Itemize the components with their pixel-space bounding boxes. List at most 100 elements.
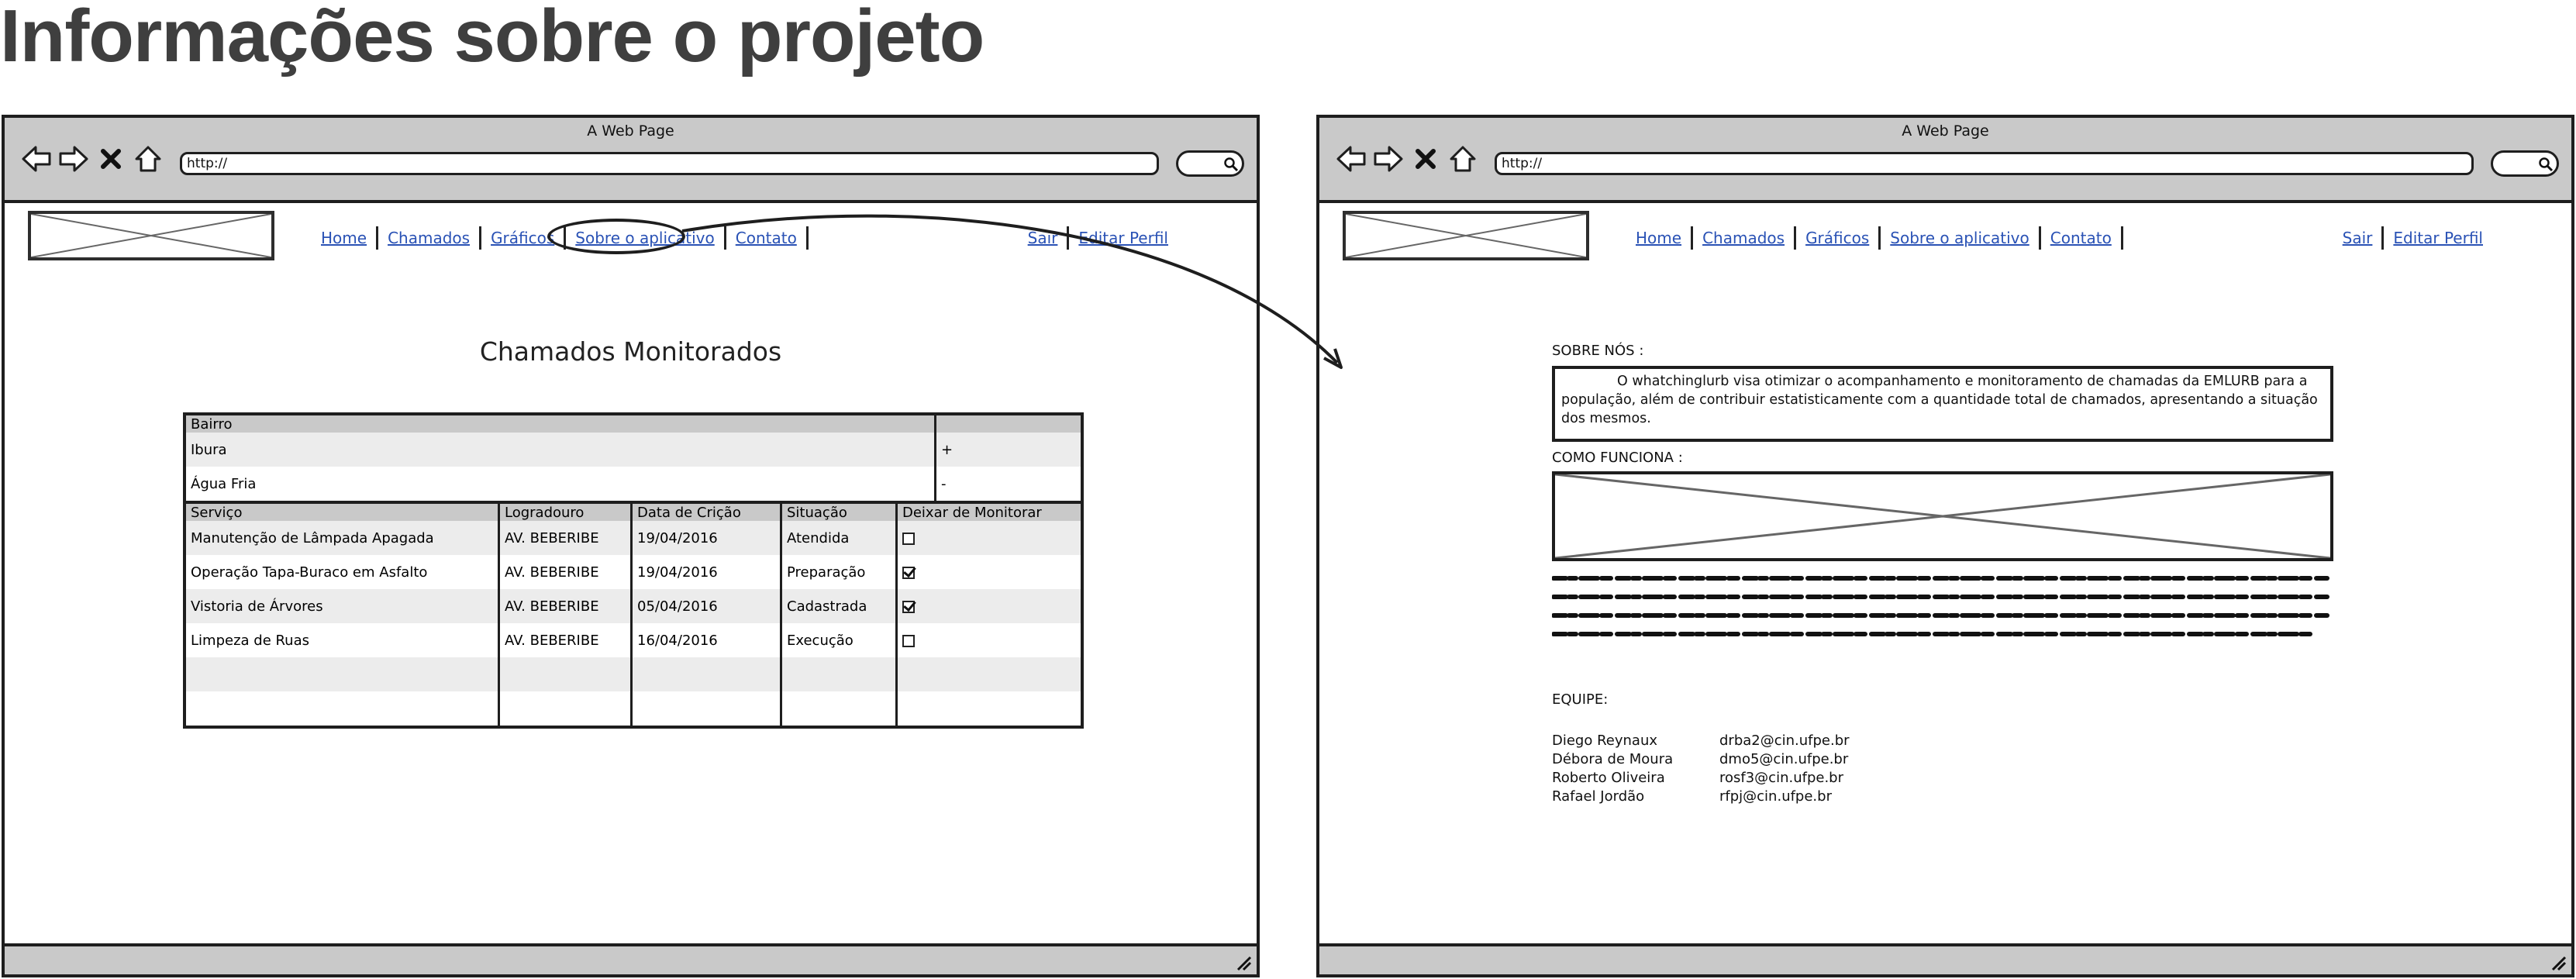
- table-row: Vistoria de Árvores AV. BEBERIBE 05/04/2…: [186, 589, 1081, 623]
- table-row-empty: [186, 657, 1081, 691]
- cell-situacao: Execução: [780, 623, 897, 657]
- edit-profile-link[interactable]: Editar Perfil: [1078, 229, 1168, 247]
- bairro-name: Ibura: [191, 441, 227, 458]
- url-input[interactable]: http://: [1495, 152, 2474, 175]
- member-name: Diego Reynaux: [1552, 733, 1658, 749]
- monitored-calls-table: Bairro Ibura + Água Fria - Serviço Logra…: [183, 412, 1084, 729]
- nav-contato-link[interactable]: Contato: [736, 229, 797, 247]
- resize-grip-icon[interactable]: [2547, 951, 2568, 973]
- browser-window-sobre: A Web Page http:// Home Chamados Gráfico…: [1316, 115, 2574, 977]
- about-label: SOBRE NÓS :: [1552, 343, 1644, 359]
- forward-arrow-icon[interactable]: [57, 141, 90, 177]
- cell-logradouro: AV. BEBERIBE: [498, 521, 632, 555]
- search-icon: [1223, 157, 1239, 175]
- home-icon[interactable]: [132, 141, 164, 177]
- team-label: EQUIPE:: [1552, 691, 1609, 708]
- window-title: A Web Page: [587, 122, 674, 140]
- table-row: Manutenção de Lâmpada Apagada AV. BEBERI…: [186, 521, 1081, 555]
- browser-toolbar: A Web Page http://: [1319, 118, 2571, 203]
- table-row-empty: [186, 691, 1081, 726]
- cell-servico: Vistoria de Árvores: [191, 598, 323, 615]
- nav-chamados-link[interactable]: Chamados: [388, 229, 470, 247]
- back-arrow-icon[interactable]: [20, 141, 53, 177]
- forward-arrow-icon[interactable]: [1372, 141, 1405, 177]
- highlight-circle: [547, 219, 685, 254]
- back-arrow-icon[interactable]: [1335, 141, 1367, 177]
- nav-graficos-link[interactable]: Gráficos: [491, 229, 554, 247]
- member-name: Rafael Jordão: [1552, 788, 1645, 805]
- nav-graficos-link[interactable]: Gráficos: [1805, 229, 1869, 247]
- edit-profile-link[interactable]: Editar Perfil: [2393, 229, 2483, 247]
- servico-table: Serviço Logradouro Data de Crição Situaç…: [186, 501, 1081, 726]
- cell-data: 05/04/2016: [630, 589, 781, 623]
- logo-placeholder: [28, 211, 274, 260]
- page-title: Informações sobre o projeto: [0, 0, 985, 78]
- home-icon[interactable]: [1447, 141, 1479, 177]
- browser-toolbar: A Web Page http://: [5, 118, 1257, 203]
- user-nav: Sair Editar Perfil: [2333, 226, 2492, 250]
- cell-servico: Manutenção de Lâmpada Apagada: [191, 529, 434, 546]
- browser-nav-buttons: [1335, 141, 1479, 177]
- how-it-works-label: COMO FUNCIONA :: [1552, 450, 1683, 466]
- logo-placeholder: [1343, 211, 1589, 260]
- main-nav: Home Chamados Gráficos Sobre o aplicativ…: [1636, 226, 2123, 250]
- table-row: Operação Tapa-Buraco em Asfalto AV. BEBE…: [186, 555, 1081, 589]
- unmonitor-checkbox[interactable]: [902, 634, 915, 647]
- user-nav: Sair Editar Perfil: [1019, 226, 1178, 250]
- window-title: A Web Page: [1902, 122, 1989, 140]
- cell-logradouro: AV. BEBERIBE: [498, 589, 632, 623]
- list-item: Diego Reynaux drba2@cin.ufpe.br: [1552, 732, 1850, 750]
- list-item: Roberto Oliveira rosf3@cin.ufpe.br: [1552, 769, 1850, 788]
- browser-window-chamados: A Web Page http:// Home Chamados Gráfico…: [2, 115, 1260, 977]
- cell-data: 16/04/2016: [630, 623, 781, 657]
- status-bar: [1319, 943, 2571, 974]
- expand-toggle[interactable]: +: [934, 433, 1081, 467]
- cell-logradouro: AV. BEBERIBE: [498, 555, 632, 589]
- cell-servico: Operação Tapa-Buraco em Asfalto: [191, 564, 428, 581]
- col-header-deixar: Deixar de Monitorar: [895, 502, 1081, 521]
- bairro-row[interactable]: Ibura +: [186, 433, 1081, 467]
- unmonitor-checkbox[interactable]: [902, 532, 915, 545]
- logout-link[interactable]: Sair: [1028, 229, 1058, 247]
- cell-logradouro: AV. BEBERIBE: [498, 623, 632, 657]
- list-item: Rafael Jordão rfpj@cin.ufpe.br: [1552, 788, 1850, 806]
- bairro-header: Bairro: [186, 415, 936, 433]
- unmonitor-checkbox[interactable]: [902, 566, 915, 579]
- col-header-data: Data de Crição: [630, 502, 781, 521]
- nav-contato-link[interactable]: Contato: [2050, 229, 2112, 247]
- member-email: drba2@cin.ufpe.br: [1719, 733, 1850, 749]
- url-input[interactable]: http://: [180, 152, 1159, 175]
- member-name: Débora de Moura: [1552, 751, 1674, 767]
- browser-search-field[interactable]: [2491, 150, 2559, 177]
- member-name: Roberto Oliveira: [1552, 770, 1665, 786]
- list-item: Débora de Moura dmo5@cin.ufpe.br: [1552, 750, 1850, 769]
- chamados-heading: Chamados Monitorados: [479, 336, 782, 367]
- nav-home-link[interactable]: Home: [1636, 229, 1681, 247]
- search-icon: [2538, 157, 2554, 175]
- about-description: O whatchinglurb visa otimizar o acompanh…: [1552, 366, 2333, 442]
- cell-situacao: Cadastrada: [780, 589, 897, 623]
- collapse-toggle[interactable]: -: [934, 467, 1081, 501]
- browser-search-field[interactable]: [1176, 150, 1244, 177]
- logout-link[interactable]: Sair: [2343, 229, 2373, 247]
- unmonitor-checkbox[interactable]: [902, 600, 915, 613]
- cell-situacao: Atendida: [780, 521, 897, 555]
- bairro-table: Bairro Ibura + Água Fria -: [186, 415, 1081, 501]
- nav-chamados-link[interactable]: Chamados: [1702, 229, 1785, 247]
- close-icon[interactable]: [95, 141, 127, 177]
- image-placeholder: [1552, 471, 2333, 561]
- member-email: rfpj@cin.ufpe.br: [1719, 788, 1832, 805]
- close-icon[interactable]: [1409, 141, 1442, 177]
- bairro-row[interactable]: Água Fria -: [186, 467, 1081, 501]
- placeholder-text-scribble: [1552, 576, 2329, 636]
- cell-servico: Limpeza de Ruas: [191, 632, 309, 649]
- nav-home-link[interactable]: Home: [321, 229, 367, 247]
- col-header-logradouro: Logradouro: [498, 502, 632, 521]
- cell-situacao: Preparação: [780, 555, 897, 589]
- table-row: Limpeza de Ruas AV. BEBERIBE 16/04/2016 …: [186, 623, 1081, 657]
- nav-sobre-link[interactable]: Sobre o aplicativo: [1890, 229, 2029, 247]
- cell-data: 19/04/2016: [630, 521, 781, 555]
- resize-grip-icon[interactable]: [1232, 951, 1254, 973]
- col-header-servico: Serviço: [186, 502, 499, 521]
- cell-data: 19/04/2016: [630, 555, 781, 589]
